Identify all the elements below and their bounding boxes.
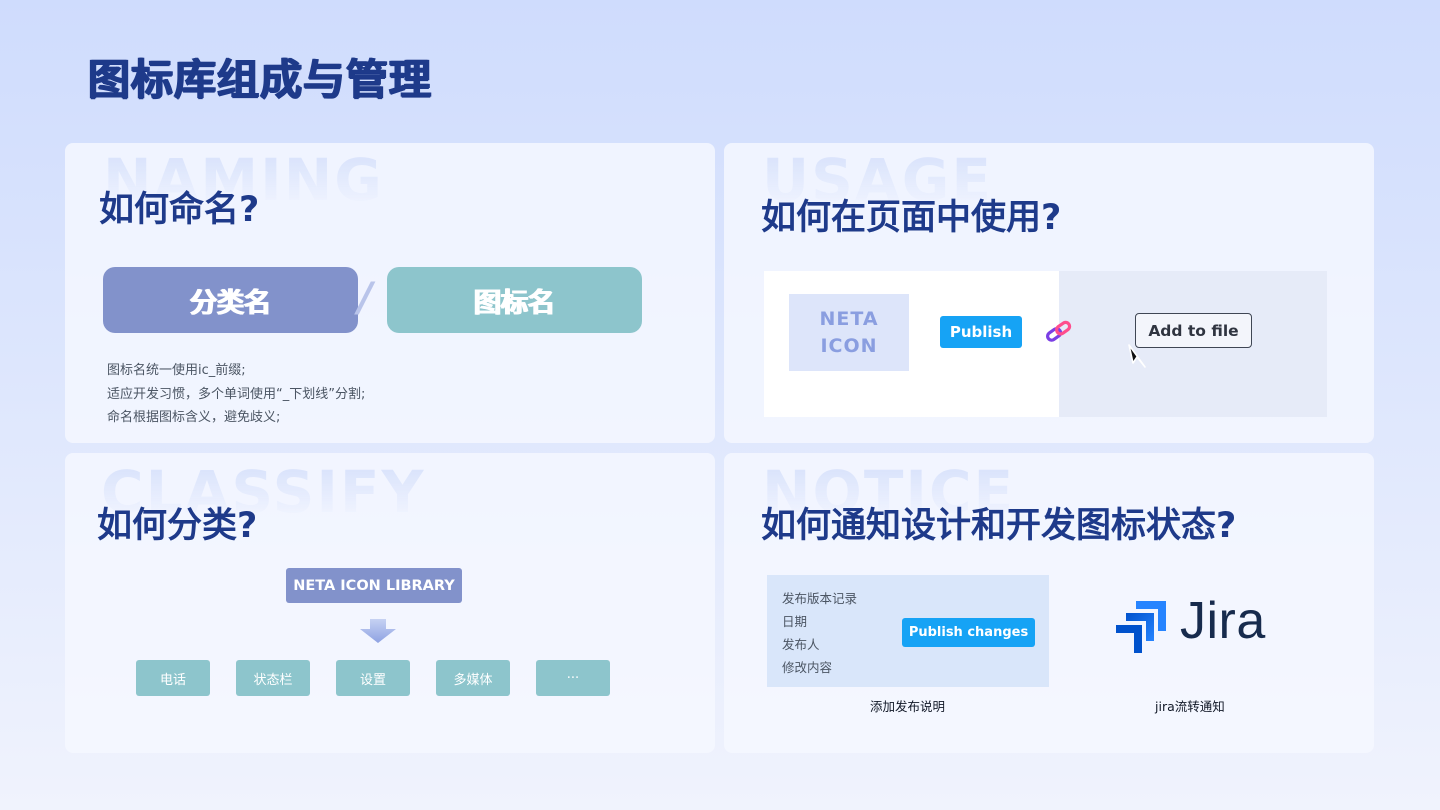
classify-card: CLASSIFY 如何分类? NETA ICON LIBRARY 电话 状态栏 … xyxy=(65,453,715,753)
usage-card: USAGE 如何在页面中使用? NETA ICON Publish Add to… xyxy=(724,143,1374,443)
icon-name-pill: 图标名 xyxy=(387,267,642,333)
classify-heading: 如何分类? xyxy=(97,506,258,546)
release-field: 发布版本记录 xyxy=(782,591,858,606)
usage-heading: 如何在页面中使用? xyxy=(761,198,1062,238)
naming-note: 命名根据图标含义，避免歧义; xyxy=(107,410,281,425)
add-to-file-button[interactable]: Add to file xyxy=(1135,313,1252,348)
naming-note: 图标名统一使用ic_前缀; xyxy=(107,363,246,378)
page-title: 图标库组成与管理 xyxy=(88,55,433,104)
release-notes-fields: 发布版本记录 日期 发布人 修改内容 xyxy=(782,587,857,679)
naming-notes: 图标名统一使用ic_前缀; 适应开发习惯，多个单词使用“_下划线”分割; 命名根… xyxy=(107,359,365,430)
publish-button[interactable]: Publish xyxy=(940,316,1022,348)
separator-slash: / xyxy=(358,275,373,321)
release-caption: 添加发布说明 xyxy=(870,699,946,714)
naming-note: 适应开发习惯，多个单词使用“_下划线”分割; xyxy=(107,386,366,402)
naming-heading: 如何命名? xyxy=(99,190,260,230)
category-chip: 状态栏 xyxy=(236,660,310,696)
release-field: 修改内容 xyxy=(782,660,833,675)
neta-icon-tile: NETA ICON xyxy=(789,294,909,371)
category-name-pill: 分类名 xyxy=(103,267,358,333)
release-field: 日期 xyxy=(782,614,808,629)
jira-caption: jira流转通知 xyxy=(1155,699,1225,714)
notice-card: NOTICE 如何通知设计和开发图标状态? 发布版本记录 日期 发布人 修改内容… xyxy=(724,453,1374,753)
release-field: 发布人 xyxy=(782,637,820,652)
jira-wordmark: Jira xyxy=(1180,592,1266,650)
icon-line: ICON xyxy=(820,334,878,357)
notice-heading: 如何通知设计和开发图标状态? xyxy=(761,506,1237,546)
cursor-icon xyxy=(1128,344,1146,368)
category-chip: 电话 xyxy=(136,660,210,696)
library-root-box: NETA ICON LIBRARY xyxy=(286,568,462,603)
publish-changes-button[interactable]: Publish changes xyxy=(902,618,1035,647)
category-chip: 多媒体 xyxy=(436,660,510,696)
neta-line: NETA xyxy=(819,307,879,330)
category-chip: ··· xyxy=(536,660,610,696)
naming-card: NAMING 如何命名? 分类名 / 图标名 图标名统一使用ic_前缀; 适应开… xyxy=(65,143,715,443)
jira-logo-icon xyxy=(1116,601,1166,653)
link-icon xyxy=(1046,320,1072,342)
category-chip: 设置 xyxy=(336,660,410,696)
down-arrow-icon xyxy=(360,619,396,643)
